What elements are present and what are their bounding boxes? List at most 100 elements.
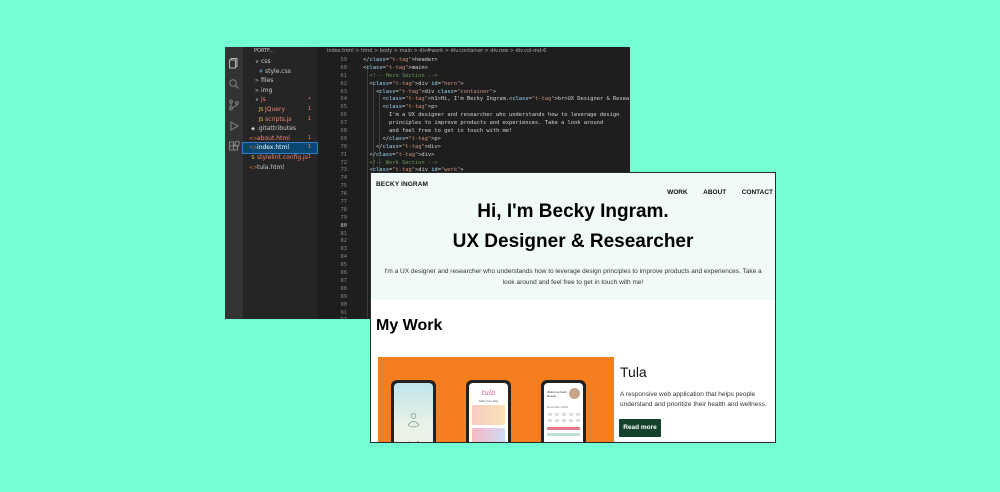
line-number: 59 bbox=[340, 57, 348, 63]
project-description: A responsive web application that helps … bbox=[620, 391, 767, 408]
line-number: 85 bbox=[340, 262, 348, 269]
line-number: 76 bbox=[340, 191, 348, 198]
problem-count-badge: 1 bbox=[307, 144, 311, 151]
file-tree-item[interactable]: Sstylelint.config.js 1 bbox=[243, 153, 317, 163]
files-icon[interactable] bbox=[228, 57, 240, 69]
phone-screen: tula Start Your Day bbox=[469, 383, 508, 442]
file-tree-item[interactable]: <>about.html 1 bbox=[243, 134, 317, 144]
source-control-icon[interactable] bbox=[228, 99, 240, 111]
code-line: <class="t-tag">div class="container"> bbox=[363, 88, 497, 95]
file-tree-label: img bbox=[261, 86, 273, 94]
calendar-grid-icon bbox=[547, 413, 580, 436]
line-number: 73 bbox=[340, 167, 348, 174]
site-navbar: BECKY INGRAM WORK ABOUT CONTACT bbox=[371, 173, 775, 197]
hero-intro: I'm a UX designer and researcher who und… bbox=[384, 268, 762, 286]
search-icon[interactable] bbox=[228, 78, 240, 90]
code-line: and feel free to get in touch with me! bbox=[363, 128, 513, 135]
explorer-title: PORTF... bbox=[254, 48, 274, 54]
file-tree-label: css bbox=[261, 58, 271, 65]
line-number: 81 bbox=[340, 230, 348, 237]
file-tree-item[interactable]: > img bbox=[243, 86, 317, 96]
line-number: 89 bbox=[340, 293, 348, 300]
file-tree-item[interactable]: <>index.html 1 bbox=[242, 142, 318, 154]
problem-count-badge: 1 bbox=[307, 154, 311, 160]
line-number: 83 bbox=[340, 246, 348, 253]
file-tree-label: stylelint.config.js bbox=[257, 154, 308, 161]
code-line: <!-- Hero Section --> bbox=[363, 72, 438, 79]
line-number: 63 bbox=[340, 88, 348, 95]
problem-count-badge: • bbox=[308, 96, 311, 103]
code-line: </class="t-tag">p> bbox=[363, 135, 441, 142]
nav-link-contact[interactable]: CONTACT bbox=[742, 189, 773, 196]
line-number: 65 bbox=[340, 104, 348, 111]
avatar bbox=[569, 388, 580, 399]
line-number: 79 bbox=[340, 214, 348, 221]
meditation-figure-icon bbox=[407, 413, 420, 428]
hero-heading: Hi, I'm Becky Ingram. UX Designer & Rese… bbox=[371, 197, 775, 257]
file-tree-label: files bbox=[261, 77, 274, 85]
file-tree-label: tula.html bbox=[257, 163, 285, 171]
line-number: 77 bbox=[340, 199, 348, 206]
nav-link-about[interactable]: ABOUT bbox=[703, 189, 726, 196]
file-tree-label: about.html bbox=[257, 134, 290, 142]
line-number: 66 bbox=[340, 112, 348, 119]
file-tree-item[interactable]: v js • bbox=[243, 95, 317, 105]
file-tree-label: JQuery bbox=[265, 106, 286, 113]
project-title: Tula bbox=[620, 364, 647, 380]
line-number: 60 bbox=[340, 64, 348, 71]
code-line: <class="t-tag">div id="hero"> bbox=[363, 80, 464, 87]
line-number: 91 bbox=[340, 309, 348, 316]
phone-mockup: tula bbox=[391, 380, 436, 442]
hero-section: Hi, I'm Becky Ingram. UX Designer & Rese… bbox=[371, 197, 775, 300]
line-number: 67 bbox=[340, 120, 348, 127]
line-number: 68 bbox=[340, 128, 348, 135]
phone-mockup: Welcome back, Nessie December 2021 bbox=[541, 380, 586, 442]
line-number: 86 bbox=[340, 270, 348, 277]
code-line: I'm a UX designer and researcher who und… bbox=[363, 112, 620, 119]
nav-link-work[interactable]: WORK bbox=[667, 189, 688, 196]
phone3-greeting: Welcome back, Nessie bbox=[547, 390, 568, 398]
file-tree-item[interactable]: JS JQuery 1 bbox=[243, 105, 317, 115]
phone-mockup: tula Start Your Day bbox=[466, 380, 511, 442]
line-number: 69 bbox=[340, 135, 348, 142]
line-number: 75 bbox=[340, 183, 348, 190]
code-line: </class="t-tag">div> bbox=[363, 143, 441, 150]
line-number-gutter: 59 60 61 62 63 64 65 66 67 68 69 70 71 72 73 74 75 76 77 78… bbox=[317, 57, 348, 319]
code-line: </class="t-tag">header> bbox=[363, 57, 438, 63]
line-number: 80 bbox=[340, 222, 348, 229]
file-tree-label: .gitattributes bbox=[257, 125, 297, 133]
website-preview-window: BECKY INGRAM WORK ABOUT CONTACT Hi, I'm … bbox=[370, 172, 776, 443]
phone2-card bbox=[472, 405, 505, 425]
work-section-title: My Work bbox=[376, 317, 443, 334]
line-number: 70 bbox=[340, 143, 348, 150]
code-line: <class="t-tag">main> bbox=[363, 64, 428, 71]
code-line: principles to improve products and exper… bbox=[363, 120, 604, 127]
problem-count-badge: 1 bbox=[307, 115, 311, 122]
file-tree-item[interactable]: <>tula.html bbox=[243, 163, 317, 173]
code-line: <class="t-tag">h1>Hi, I'm Becky Ingram.<… bbox=[363, 96, 630, 103]
code-line: </class="t-tag">div> bbox=[363, 151, 435, 158]
file-explorer: PORTF... v css # style.css > files > img v js • JS J… bbox=[242, 47, 318, 319]
line-number: 90 bbox=[340, 301, 348, 308]
line-number: 84 bbox=[340, 254, 348, 261]
line-number: 72 bbox=[340, 159, 348, 166]
extensions-icon[interactable] bbox=[228, 141, 240, 153]
file-tree-item[interactable]: JS scripts.js 1 bbox=[243, 115, 317, 125]
code-area[interactable]: </class="t-tag">header> <class="t-tag">ma… bbox=[363, 57, 630, 175]
line-number: 82 bbox=[340, 238, 348, 245]
site-brand[interactable]: BECKY INGRAM bbox=[376, 181, 428, 188]
line-number: 78 bbox=[340, 206, 348, 213]
phone1-logo: tula bbox=[407, 441, 425, 442]
line-number: 64 bbox=[340, 96, 348, 103]
breadcrumb[interactable]: index.html > html > body > main > div#wo… bbox=[317, 47, 630, 55]
phone2-logo: tula bbox=[481, 389, 496, 397]
line-number: 74 bbox=[340, 175, 348, 182]
tula-project-image[interactable]: tula tula Start Your Day Welcome back, N… bbox=[378, 357, 614, 442]
file-tree-item[interactable]: v css bbox=[243, 57, 317, 67]
file-tree-item[interactable]: ◆ .gitattributes bbox=[243, 124, 317, 134]
file-tree-item[interactable]: > files bbox=[243, 76, 317, 86]
file-tree-item[interactable]: # style.css bbox=[243, 67, 317, 77]
line-number: 88 bbox=[340, 285, 348, 292]
read-more-button[interactable]: Read more bbox=[619, 419, 661, 437]
run-debug-icon[interactable] bbox=[228, 120, 240, 132]
